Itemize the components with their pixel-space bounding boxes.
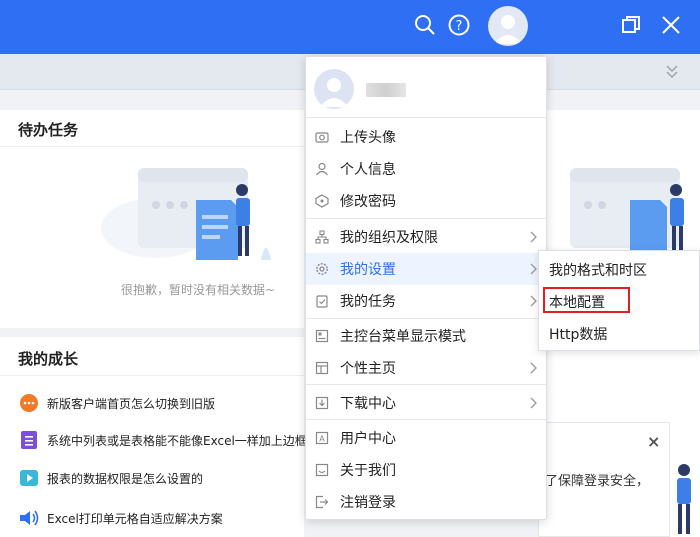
growth-item[interactable]: 系统中列表或是表格能不能像Excel一样加上边框 — [18, 426, 307, 454]
chevron-right-icon — [530, 397, 537, 409]
restore-window-icon[interactable] — [614, 8, 648, 42]
growth-item[interactable]: Excel打印单元格自适应解决方案 — [18, 504, 223, 532]
divider — [306, 218, 546, 219]
menu-item-my-tasks[interactable]: 我的任务 — [306, 285, 546, 317]
password-icon — [314, 193, 330, 209]
growth-item[interactable]: 新版客户端首页怎么切换到旧版 — [18, 389, 215, 417]
menu-item-personal-info[interactable]: 个人信息 — [306, 153, 546, 185]
growth-item[interactable]: 报表的数据权限是怎么设置的 — [18, 464, 203, 492]
growth-item-label: 系统中列表或是表格能不能像Excel一样加上边框 — [47, 433, 307, 448]
menu-item-label: 主控台菜单显示模式 — [340, 329, 466, 345]
todo-title: 待办任务 — [18, 121, 79, 139]
menu-header — [306, 57, 546, 117]
submenu-item-format-timezone[interactable]: 我的格式和时区 — [549, 260, 647, 280]
task-icon — [314, 293, 330, 309]
growth-title: 我的成长 — [18, 350, 79, 368]
user-avatar[interactable] — [488, 6, 528, 46]
growth-item-label: 报表的数据权限是怎么设置的 — [47, 471, 204, 486]
camera-icon — [314, 129, 330, 145]
blurred-username — [366, 83, 406, 97]
speaker-icon — [18, 507, 40, 529]
menu-item-personal-homepage[interactable]: 个性主页 — [306, 352, 546, 384]
help-icon[interactable]: ? — [442, 8, 476, 42]
menu-item-label: 下载中心 — [340, 396, 396, 412]
user-center-icon: A — [314, 430, 330, 446]
search-icon[interactable] — [408, 8, 442, 42]
menu-item-my-settings[interactable]: 我的设置 — [306, 253, 546, 285]
close-icon[interactable] — [654, 8, 688, 42]
menu-item-label: 用户中心 — [340, 431, 396, 447]
video-play-icon — [18, 467, 40, 489]
menu-item-label: 修改密码 — [340, 194, 396, 210]
chevron-right-icon — [530, 231, 537, 243]
person-illustration — [677, 464, 691, 534]
menu-item-user-center[interactable]: A 用户中心 — [306, 422, 546, 454]
chevron-double-down-icon[interactable] — [662, 62, 682, 82]
menu-item-logout[interactable]: 注销登录 — [306, 486, 546, 518]
chevron-right-icon — [530, 362, 537, 374]
download-icon — [314, 395, 330, 411]
divider — [306, 384, 546, 385]
growth-item-label: 新版客户端首页怎么切换到旧版 — [47, 396, 216, 411]
highlight-annotation — [543, 287, 630, 313]
homepage-icon — [314, 360, 330, 376]
divider — [0, 146, 304, 147]
submenu-item-http-data[interactable]: Http数据 — [549, 324, 607, 344]
menu-item-console-menu-mode[interactable]: 主控台菜单显示模式 — [306, 320, 546, 352]
divider — [0, 375, 304, 376]
growth-item-label: Excel打印单元格自适应解决方案 — [47, 511, 223, 526]
chevron-right-icon — [530, 295, 537, 307]
close-icon[interactable]: × — [647, 432, 660, 451]
divider — [306, 318, 546, 319]
menu-item-about-us[interactable]: 关于我们 — [306, 454, 546, 486]
menu-item-label: 关于我们 — [340, 463, 396, 479]
document-list-icon — [18, 429, 40, 451]
person-icon — [314, 161, 330, 177]
user-dropdown-menu: 上传头像 个人信息 修改密码 我的组织及权限 我的设置 我的任务 主控台菜单显示… — [305, 56, 547, 520]
menu-item-label: 我的任务 — [340, 294, 396, 310]
menu-item-label: 个人信息 — [340, 162, 396, 178]
org-chart-icon — [314, 229, 330, 245]
svg-text:?: ? — [456, 19, 463, 34]
top-bar: ? — [0, 0, 700, 54]
gear-icon — [314, 261, 330, 277]
menu-item-label: 我的组织及权限 — [340, 230, 438, 246]
chevron-right-icon — [530, 263, 537, 275]
layout-icon — [314, 328, 330, 344]
chat-bubble-icon — [18, 392, 40, 414]
about-icon — [314, 462, 330, 478]
menu-item-org-permissions[interactable]: 我的组织及权限 — [306, 221, 546, 253]
menu-item-change-password[interactable]: 修改密码 — [306, 185, 546, 217]
menu-item-upload-avatar[interactable]: 上传头像 — [306, 121, 546, 153]
logout-icon — [314, 494, 330, 510]
avatar — [314, 69, 354, 109]
menu-item-label: 个性主页 — [340, 361, 396, 377]
empty-illustration — [101, 168, 271, 260]
menu-item-label: 上传头像 — [340, 130, 396, 146]
divider — [306, 117, 546, 118]
menu-item-label: 我的设置 — [340, 262, 396, 278]
empty-text: 很抱歉，暂时没有相关数据~ — [121, 283, 276, 297]
divider — [306, 419, 546, 420]
svg-text:A: A — [319, 435, 325, 444]
menu-item-label: 注销登录 — [340, 495, 396, 511]
notice-text: 了保障登录安全， — [545, 474, 650, 489]
menu-item-download-center[interactable]: 下载中心 — [306, 387, 546, 419]
